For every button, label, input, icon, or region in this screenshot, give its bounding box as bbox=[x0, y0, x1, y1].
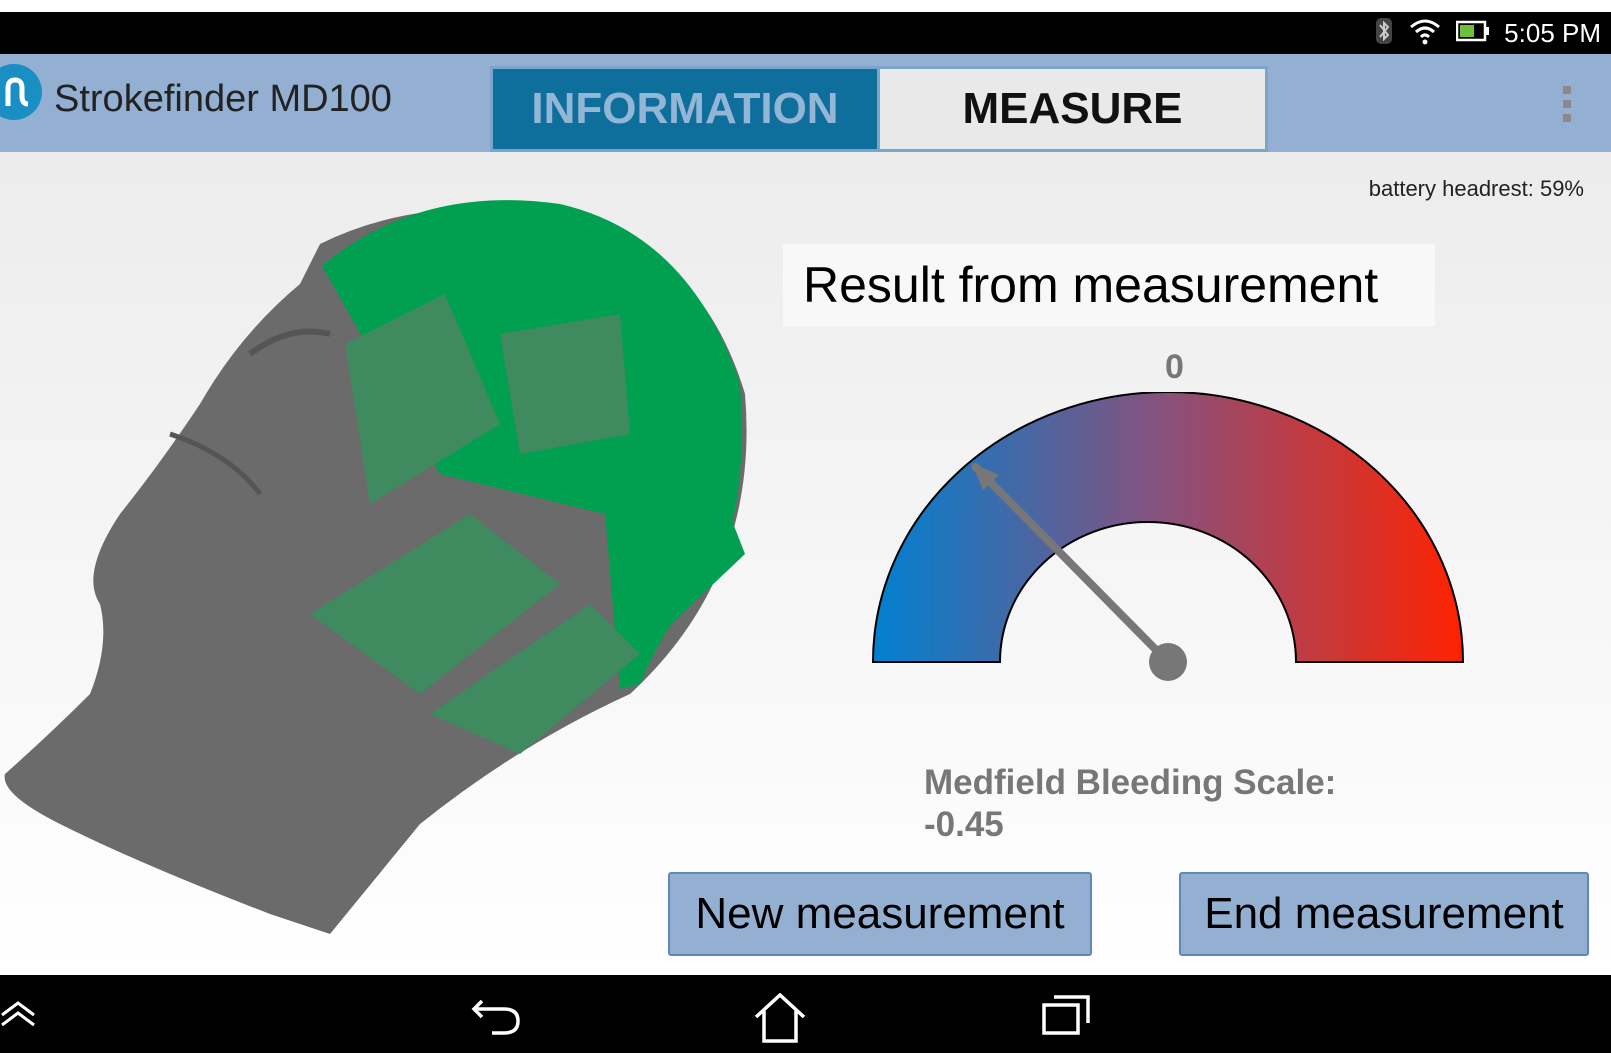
gauge-zero-label: 0 bbox=[1165, 348, 1184, 386]
gauge-hub bbox=[1149, 643, 1187, 681]
gauge-arc bbox=[871, 391, 1465, 663]
bleeding-scale-readout: Medfield Bleeding Scale: -0.45 bbox=[924, 762, 1336, 846]
app-bar: Strokefinder MD100 INFORMATION MEASURE bbox=[0, 54, 1611, 152]
tab-information[interactable]: INFORMATION bbox=[490, 66, 880, 152]
gauge bbox=[860, 391, 1470, 717]
status-clock: 5:05 PM bbox=[1504, 17, 1601, 48]
wifi-icon bbox=[1408, 17, 1442, 50]
end-measurement-button[interactable]: End measurement bbox=[1179, 872, 1589, 956]
head-model-image bbox=[0, 174, 770, 939]
battery-icon bbox=[1455, 20, 1490, 47]
app-title: Strokefinder MD100 bbox=[54, 78, 392, 120]
battery-headrest-text: battery headrest: 59% bbox=[1368, 176, 1584, 201]
bleeding-scale-value: -0.45 bbox=[924, 805, 1004, 844]
overflow-menu-icon[interactable] bbox=[1561, 84, 1573, 124]
navigation-bar bbox=[0, 975, 1611, 1053]
top-margin bbox=[0, 0, 1611, 12]
collapse-icon[interactable] bbox=[0, 993, 40, 1038]
recents-icon[interactable] bbox=[1040, 993, 1092, 1042]
status-bar: 5:05 PM bbox=[0, 12, 1611, 54]
app-logo-icon bbox=[0, 64, 42, 120]
new-measurement-button[interactable]: New measurement bbox=[668, 872, 1092, 956]
tab-measure[interactable]: MEASURE bbox=[880, 66, 1268, 152]
bleeding-scale-label: Medfield Bleeding Scale: bbox=[924, 763, 1337, 802]
result-title: Result from measurement bbox=[783, 244, 1435, 326]
back-icon[interactable] bbox=[470, 993, 526, 1042]
measure-content: battery headrest: 59% Result from measur… bbox=[0, 152, 1611, 975]
home-icon[interactable] bbox=[752, 992, 808, 1048]
bluetooth-icon bbox=[1374, 16, 1394, 51]
